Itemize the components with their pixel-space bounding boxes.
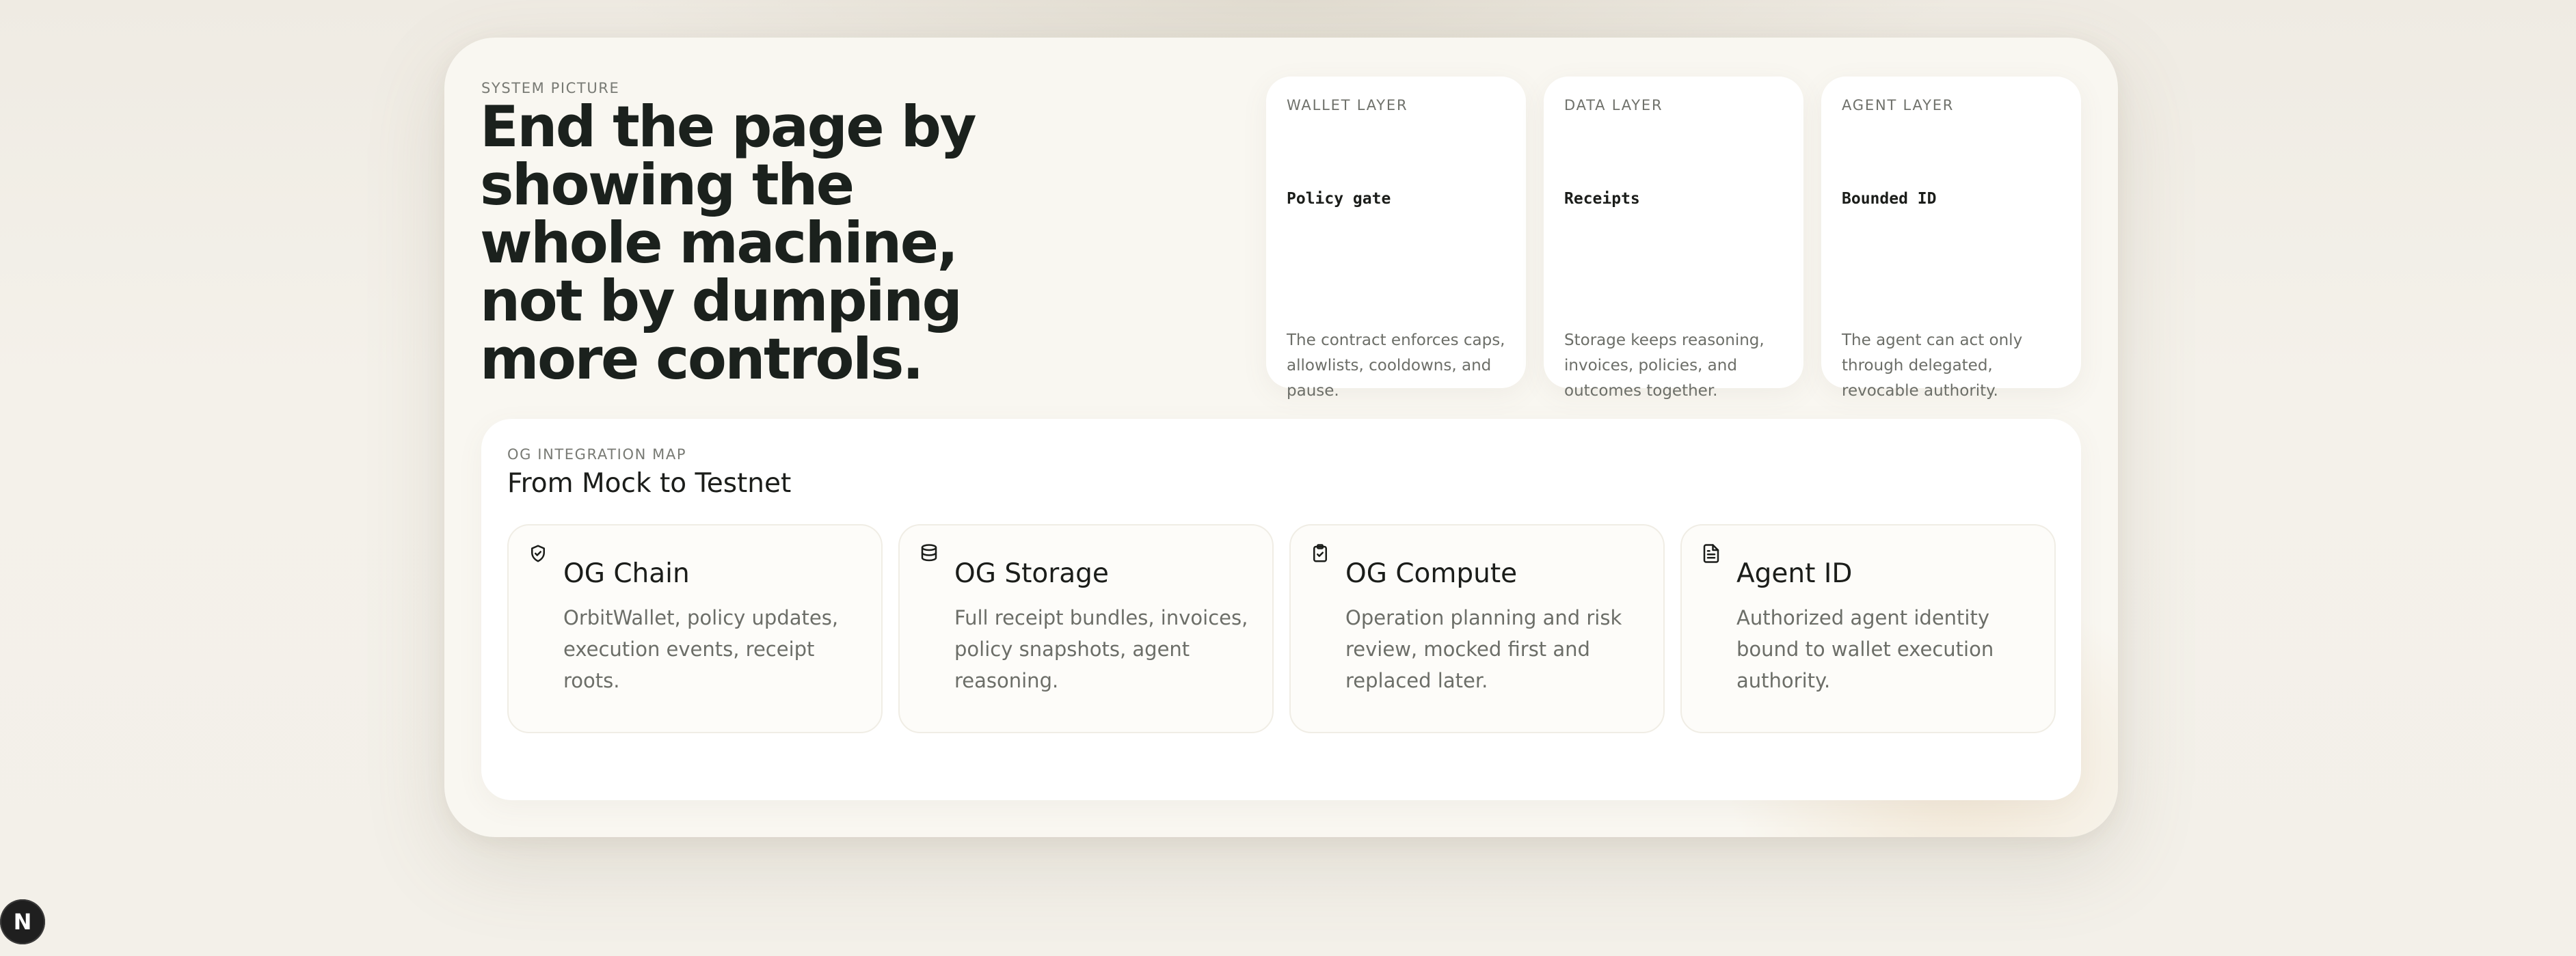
database-icon bbox=[919, 543, 939, 564]
layer-name: Bounded ID bbox=[1842, 190, 1937, 208]
integration-description: OrbitWallet, policy updates, execution e… bbox=[563, 606, 839, 692]
integration-map-title: From Mock to Testnet bbox=[507, 468, 792, 499]
wallet-layer-card: WALLET LAYER Policy gate The contract en… bbox=[1266, 77, 1526, 400]
section-headline: End the page by showing the whole machin… bbox=[480, 94, 977, 392]
layer-name: Policy gate bbox=[1287, 190, 1391, 208]
clipboard-check-icon bbox=[1310, 543, 1330, 564]
layer-description: The agent can act only through delegated… bbox=[1842, 331, 2023, 400]
integration-title: OG Compute bbox=[1345, 558, 1518, 589]
nextjs-logo-icon[interactable]: N bbox=[0, 899, 45, 944]
shield-check-icon bbox=[528, 543, 548, 564]
layer-label: DATA LAYER bbox=[1564, 97, 1663, 113]
agent-layer-card: AGENT LAYER Bounded ID The agent can act… bbox=[1821, 77, 2081, 400]
file-text-icon bbox=[1701, 543, 1721, 564]
system-picture-section: SYSTEM PICTURE End the page by showing t… bbox=[444, 38, 2118, 837]
layer-label: AGENT LAYER bbox=[1842, 97, 1955, 113]
integration-card-og-storage: OG Storage Full receipt bundles, invoice… bbox=[898, 524, 1274, 733]
integration-title: Agent ID bbox=[1736, 558, 1853, 589]
data-layer-card: DATA LAYER Receipts Storage keeps reason… bbox=[1544, 77, 1803, 400]
integration-description: Operation planning and risk review, mock… bbox=[1345, 606, 1622, 692]
dev-badge-letter: N bbox=[13, 909, 32, 935]
integration-card-og-compute: OG Compute Operation planning and risk r… bbox=[1289, 524, 1665, 733]
integration-card-og-chain: OG Chain OrbitWallet, policy updates, ex… bbox=[507, 524, 883, 733]
layer-description: Storage keeps reasoning, invoices, polic… bbox=[1564, 331, 1765, 400]
layer-name: Receipts bbox=[1564, 190, 1640, 208]
integration-title: OG Storage bbox=[954, 558, 1109, 589]
layer-description: The contract enforces caps, allowlists, … bbox=[1287, 331, 1505, 400]
integration-map-panel: OG INTEGRATION MAP From Mock to Testnet … bbox=[481, 419, 2081, 800]
integration-title: OG Chain bbox=[563, 558, 690, 589]
layer-label: WALLET LAYER bbox=[1287, 97, 1408, 113]
integration-description: Full receipt bundles, invoices, policy s… bbox=[954, 606, 1248, 692]
integration-card-agent-id: Agent ID Authorized agent identity bound… bbox=[1680, 524, 2056, 733]
integration-map-eyebrow: OG INTEGRATION MAP bbox=[507, 446, 687, 463]
integration-description: Authorized agent identity bound to walle… bbox=[1736, 606, 1994, 692]
